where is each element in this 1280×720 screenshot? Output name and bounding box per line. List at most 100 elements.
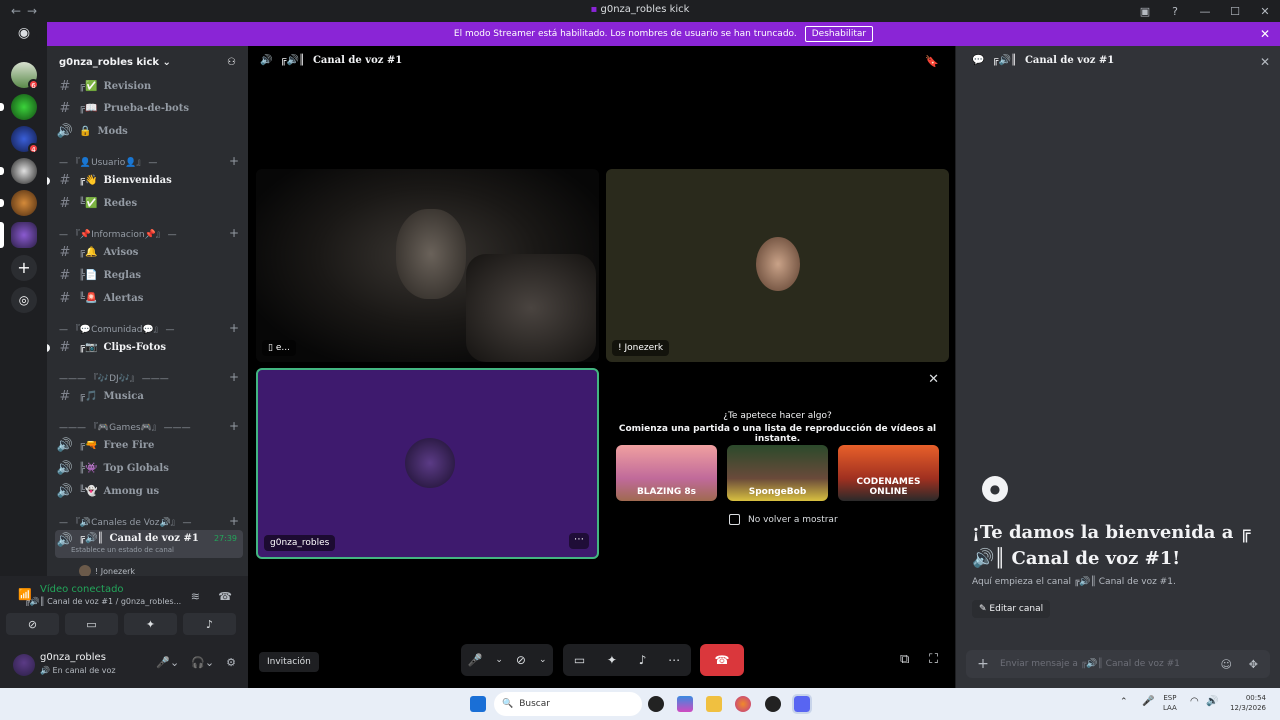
- disconnect-icon[interactable]: ☎: [218, 590, 232, 603]
- clock[interactable]: 00:54 12/3/2026: [1226, 693, 1266, 713]
- inbox-icon[interactable]: ▣: [1130, 5, 1160, 18]
- channel-status-hint[interactable]: Establece un estado de canal: [71, 546, 174, 554]
- steam-icon[interactable]: [765, 696, 781, 712]
- app-icon[interactable]: [648, 696, 664, 712]
- invite-people-icon[interactable]: ⚇: [227, 57, 236, 68]
- game-card-codenames[interactable]: CODENAMES ONLINE: [838, 445, 939, 501]
- back-arrow-icon[interactable]: ←: [8, 4, 24, 18]
- game-card-spongebob[interactable]: SpongeBob: [727, 445, 828, 501]
- more-options-icon[interactable]: ⋯: [569, 533, 589, 549]
- close-banner-icon[interactable]: ✕: [1260, 27, 1270, 41]
- category-canales-de-voz[interactable]: — 『🔊Canales de Voz🔊』 — +: [59, 513, 239, 529]
- disconnect-button[interactable]: ☎: [700, 644, 744, 676]
- volume-icon[interactable]: 🔊: [1206, 696, 1218, 707]
- game-card-blazing[interactable]: BLAZING 8s: [616, 445, 717, 501]
- file-explorer-icon[interactable]: [706, 696, 722, 712]
- username[interactable]: g0nza_robles: [40, 652, 106, 663]
- language-indicator[interactable]: ESP LAA: [1163, 693, 1177, 713]
- server-icon-4[interactable]: [0, 158, 37, 184]
- server-icon-3[interactable]: 4: [11, 126, 39, 154]
- category-comunidad[interactable]: — 『💬Comunidad💬』 — +: [59, 320, 239, 336]
- channel-redes[interactable]: # ╚✅ Redes: [55, 193, 243, 214]
- channel-musica[interactable]: # ╔🎵 Musica: [55, 386, 243, 407]
- taskbar-search[interactable]: 🔍 Buscar: [494, 692, 642, 716]
- microphone-icon[interactable]: 🎤: [467, 653, 482, 667]
- channel-mods[interactable]: 🔊 🔒 Mods: [55, 121, 243, 142]
- message-input[interactable]: + Enviar mensaje a ╔🔊║ Canal de voz #1 ☺…: [966, 650, 1270, 678]
- copilot-icon[interactable]: [677, 696, 693, 712]
- signal-icon[interactable]: 📶: [18, 588, 32, 601]
- server-header[interactable]: g0nza_robles kick ⌄ ⚇: [47, 46, 248, 78]
- channel-canal-de-voz-1[interactable]: 🔊 ╔🔊║ Canal de voz #1 27:39 Establece un e…: [55, 530, 243, 558]
- more-icon[interactable]: ⋯: [668, 653, 680, 667]
- category-usuario[interactable]: — 『👤Usuario👤』 — +: [59, 153, 239, 169]
- discord-app-icon[interactable]: [792, 694, 812, 714]
- headphones-icon[interactable]: 🎧⌄: [191, 656, 214, 669]
- microphone-icon[interactable]: 🎤⌄: [156, 656, 179, 669]
- wifi-icon[interactable]: ◠: [1190, 696, 1199, 707]
- voice-status[interactable]: Vídeo conectado: [40, 584, 240, 595]
- windows-start-icon[interactable]: [470, 696, 486, 712]
- minimize-icon[interactable]: —: [1190, 5, 1220, 18]
- channel-clips-fotos[interactable]: # ╔📷 Clips-Fotos: [55, 337, 243, 358]
- avatar[interactable]: [13, 654, 35, 676]
- video-tile-self[interactable]: g0nza_robles ⋯: [256, 368, 599, 559]
- emoji-icon[interactable]: ☺: [1221, 658, 1232, 671]
- category-dj[interactable]: ——— 『🎶DJ🎶』 ——— +: [59, 369, 239, 385]
- discord-home-icon[interactable]: ◉: [11, 25, 37, 51]
- maximize-icon[interactable]: ☐: [1220, 5, 1250, 18]
- help-icon[interactable]: ?: [1160, 5, 1190, 18]
- soundboard-button[interactable]: ♪: [183, 613, 236, 635]
- chevron-down-icon[interactable]: ⌄: [539, 655, 547, 665]
- voice-member[interactable]: ! Jonezerk: [79, 565, 135, 576]
- server-icon-5[interactable]: [0, 190, 37, 216]
- chevron-up-icon[interactable]: ⌃: [1120, 697, 1128, 707]
- camera-off-icon[interactable]: ⊘: [516, 653, 526, 667]
- channel-revision[interactable]: # ╔✅ Revision: [55, 76, 243, 97]
- channel-reglas[interactable]: # ╠📄 Reglas: [55, 265, 243, 286]
- channel-among-us[interactable]: 🔊 ╚👻 Among us: [55, 481, 243, 502]
- server-icon-1[interactable]: 6: [11, 62, 39, 90]
- dont-show-again-checkbox[interactable]: No volver a mostrar: [729, 514, 838, 525]
- category-informacion[interactable]: — 『📌Informacion📌』 — +: [59, 225, 239, 241]
- screen-share-button[interactable]: ▭: [65, 613, 118, 635]
- add-server-icon[interactable]: +: [11, 255, 37, 281]
- disable-streamer-button[interactable]: Deshabilitar: [804, 26, 874, 42]
- server-icon-2[interactable]: [0, 94, 37, 120]
- invite-button[interactable]: Invitación: [259, 652, 319, 672]
- screen-share-icon[interactable]: ▭: [574, 653, 585, 667]
- firefox-icon[interactable]: [735, 696, 751, 712]
- noise-suppression-icon[interactable]: ≋: [191, 590, 200, 603]
- add-channel-icon: +: [228, 226, 239, 240]
- channel-prueba-de-bots[interactable]: # ╔📖 Prueba-de-bots: [55, 98, 243, 119]
- soundboard-icon[interactable]: ♪: [639, 653, 647, 667]
- microphone-tray-icon[interactable]: 🎤: [1142, 696, 1154, 707]
- discover-icon[interactable]: ◎: [11, 287, 37, 313]
- apps-icon[interactable]: ✥: [1249, 658, 1258, 671]
- camera-toggle-button[interactable]: ⊘: [6, 613, 59, 635]
- server-icon-active[interactable]: [0, 222, 37, 248]
- close-activity-icon[interactable]: ✕: [928, 372, 939, 387]
- forward-arrow-icon[interactable]: →: [24, 4, 40, 18]
- chevron-down-icon[interactable]: ⌄: [495, 655, 503, 665]
- fullscreen-icon[interactable]: ⛶: [929, 652, 938, 667]
- close-window-icon[interactable]: ✕: [1250, 5, 1280, 18]
- close-chat-icon[interactable]: ✕: [1260, 55, 1270, 69]
- activities-icon[interactable]: ✦: [607, 653, 617, 667]
- popout-icon[interactable]: ⧉: [900, 652, 909, 667]
- channel-bienvenidas[interactable]: # ╔👋 Bienvenidas: [55, 170, 243, 191]
- category-games[interactable]: ——— 『🎮Games🎮』 ——— +: [59, 418, 239, 434]
- activities-button[interactable]: ✦: [124, 613, 177, 635]
- settings-gear-icon[interactable]: ⚙: [226, 656, 236, 669]
- attach-plus-icon[interactable]: +: [966, 656, 1000, 672]
- participant-name: g0nza_robles: [264, 535, 336, 551]
- channel-alertas[interactable]: # ╚🚨 Alertas: [55, 288, 243, 309]
- bookmark-icon[interactable]: 🔖: [925, 55, 939, 68]
- video-tile-camera[interactable]: ▯ e...: [256, 169, 599, 362]
- channel-top-globals[interactable]: 🔊 ╠👾 Top Globals: [55, 458, 243, 479]
- video-tile-jonezerk[interactable]: ! Jonezerk: [606, 169, 949, 362]
- edit-channel-button[interactable]: ✎ Editar canal: [972, 600, 1051, 618]
- channel-free-fire[interactable]: 🔊 ╔🔫 Free Fire: [55, 435, 243, 456]
- mobile-icon: ▯: [268, 343, 273, 353]
- channel-avisos[interactable]: # ╔🔔 Avisos: [55, 242, 243, 263]
